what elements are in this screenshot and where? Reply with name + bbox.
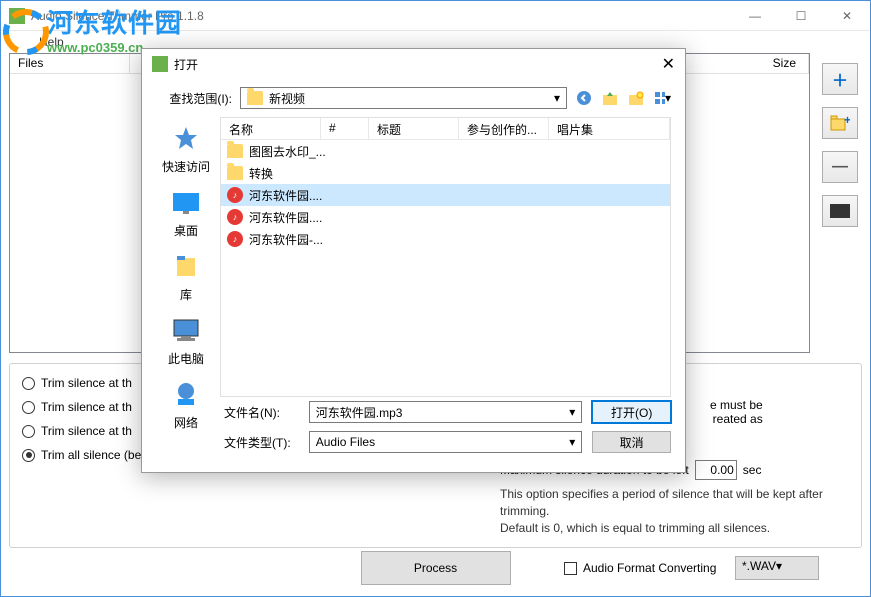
folder-icon bbox=[227, 144, 243, 158]
filename-label: 文件名(N): bbox=[224, 404, 299, 421]
file-name: 河东软件园.... bbox=[249, 187, 322, 204]
svg-text:+: + bbox=[844, 114, 850, 127]
place-desktop[interactable]: 桌面 bbox=[158, 187, 214, 239]
filename-input[interactable]: 河东软件园.mp3▾ bbox=[309, 401, 583, 423]
add-folder-icon: + bbox=[830, 114, 850, 132]
info-line-1: This option specifies a period of silenc… bbox=[500, 486, 861, 520]
file-row[interactable]: 图图去水印_... bbox=[221, 140, 670, 162]
place-this-pc[interactable]: 此电脑 bbox=[158, 315, 214, 367]
lookin-select[interactable]: 新视频 ▾ bbox=[240, 87, 567, 109]
open-dialog: 打开 ✕ 查找范围(I): 新视频 ▾ ▾ 快速访问 桌面 库 此电脑 bbox=[141, 48, 686, 473]
titlebar: Audio Silence Trimmer Pro 1.1.8 — ☐ ✕ bbox=[1, 1, 870, 31]
col-title[interactable]: 标题 bbox=[369, 118, 459, 139]
place-library[interactable]: 库 bbox=[158, 251, 214, 303]
afc-checkbox[interactable] bbox=[564, 562, 577, 575]
radio-trim-1[interactable] bbox=[22, 377, 35, 390]
bottom-bar: Process Audio Format Converting *.WAV▾ bbox=[9, 548, 862, 588]
file-list[interactable]: 名称 # 标题 参与创作的... 唱片集 图图去水印_... 转换 ♪ 河东软件园..… bbox=[220, 117, 671, 397]
add-file-button[interactable]: ＋ bbox=[822, 63, 858, 95]
star-icon bbox=[172, 125, 200, 153]
side-toolbar: ＋ + — — bbox=[822, 63, 858, 227]
info-line-2: Default is 0, which is equal to trimming… bbox=[500, 520, 861, 537]
radio-label-1: Trim silence at th bbox=[41, 376, 132, 390]
desktop-icon bbox=[171, 191, 201, 215]
file-row[interactable]: ♪ 河东软件园.... bbox=[221, 206, 670, 228]
lookin-value: 新视频 bbox=[269, 90, 305, 107]
view-menu-icon[interactable]: ▾ bbox=[653, 89, 671, 107]
radio-trim-2[interactable] bbox=[22, 401, 35, 414]
hint-text: e must bereated as bbox=[710, 398, 763, 426]
files-column-header[interactable]: Files bbox=[10, 54, 130, 73]
clear-button[interactable]: — bbox=[822, 195, 858, 227]
file-name: 转换 bbox=[249, 165, 273, 182]
folder-icon bbox=[247, 91, 263, 105]
dialog-icon bbox=[152, 56, 168, 72]
app-icon bbox=[9, 8, 25, 24]
audio-icon: ♪ bbox=[227, 231, 243, 247]
new-folder-icon[interactable] bbox=[627, 89, 645, 107]
places-bar: 快速访问 桌面 库 此电脑 网络 bbox=[156, 117, 216, 397]
menu-help[interactable]: Help bbox=[39, 35, 64, 49]
file-row[interactable]: ♪ 河东软件园-... bbox=[221, 228, 670, 250]
minimize-button[interactable]: — bbox=[732, 1, 778, 31]
sec-label: sec bbox=[743, 463, 762, 477]
file-name: 河东软件园.... bbox=[249, 209, 322, 226]
col-num[interactable]: # bbox=[321, 118, 369, 139]
file-list-columns: 名称 # 标题 参与创作的... 唱片集 bbox=[221, 118, 670, 140]
process-button[interactable]: Process bbox=[361, 551, 511, 585]
format-select[interactable]: *.WAV▾ bbox=[735, 556, 819, 580]
add-folder-button[interactable]: + bbox=[822, 107, 858, 139]
maximize-button[interactable]: ☐ bbox=[778, 1, 824, 31]
audio-format-converting[interactable]: Audio Format Converting bbox=[564, 561, 716, 575]
dialog-title: 打开 bbox=[174, 56, 198, 73]
max-silence-input[interactable] bbox=[695, 460, 737, 480]
col-album[interactable]: 唱片集 bbox=[549, 118, 670, 139]
radio-trim-3[interactable] bbox=[22, 425, 35, 438]
lookin-label: 查找范围(I): bbox=[156, 90, 232, 107]
place-network[interactable]: 网络 bbox=[158, 379, 214, 431]
audio-icon: ♪ bbox=[227, 209, 243, 225]
col-contrib[interactable]: 参与创作的... bbox=[459, 118, 549, 139]
back-icon[interactable] bbox=[575, 89, 593, 107]
cancel-button[interactable]: 取消 bbox=[592, 431, 671, 453]
col-name[interactable]: 名称 bbox=[221, 118, 321, 139]
window-title: Audio Silence Trimmer Pro 1.1.8 bbox=[31, 9, 732, 23]
radio-label-2: Trim silence at th bbox=[41, 400, 132, 414]
open-button[interactable]: 打开(O) bbox=[592, 401, 671, 423]
audio-icon: ♪ bbox=[227, 187, 243, 203]
file-row[interactable]: 转换 bbox=[221, 162, 670, 184]
network-icon bbox=[172, 381, 200, 409]
close-button[interactable]: ✕ bbox=[824, 1, 870, 31]
remove-button[interactable]: — bbox=[822, 151, 858, 183]
filetype-select[interactable]: Audio Files▾ bbox=[309, 431, 583, 453]
file-row[interactable]: ♪ 河东软件园.... bbox=[221, 184, 670, 206]
place-quick-access[interactable]: 快速访问 bbox=[158, 123, 214, 175]
file-name: 河东软件园-... bbox=[249, 231, 323, 248]
library-icon bbox=[173, 254, 199, 280]
filetype-label: 文件类型(T): bbox=[224, 434, 299, 451]
folder-icon bbox=[227, 166, 243, 180]
pc-icon bbox=[171, 318, 201, 344]
radio-trim-all[interactable] bbox=[22, 449, 35, 462]
dialog-titlebar: 打开 ✕ bbox=[142, 49, 685, 79]
up-icon[interactable] bbox=[601, 89, 619, 107]
dialog-close-button[interactable]: ✕ bbox=[662, 54, 675, 74]
radio-label-3: Trim silence at th bbox=[41, 424, 132, 438]
afc-label: Audio Format Converting bbox=[583, 561, 716, 575]
file-name: 图图去水印_... bbox=[249, 143, 326, 160]
